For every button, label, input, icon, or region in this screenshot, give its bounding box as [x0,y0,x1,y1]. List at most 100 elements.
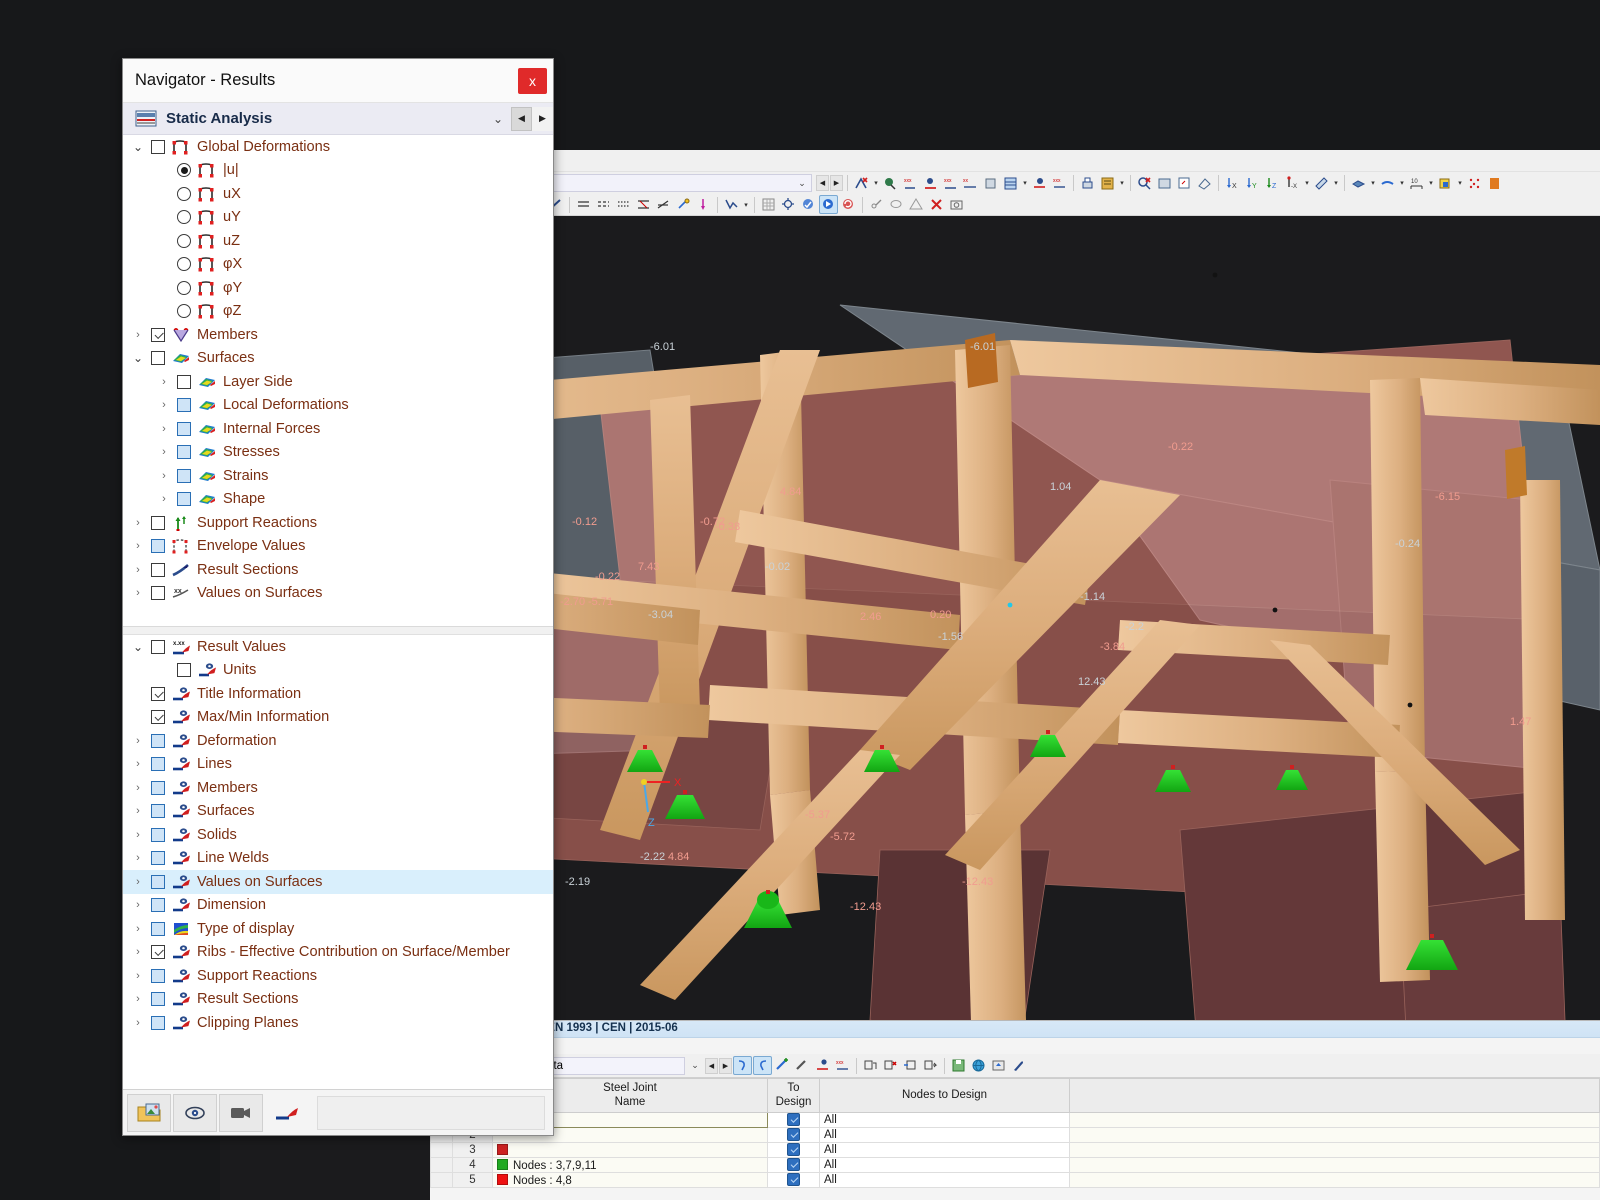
chevron-right-icon[interactable]: › [157,399,171,411]
checkbox-empty[interactable] [151,140,165,154]
checkbox-empty[interactable] [151,586,165,600]
navigator-title-bar[interactable]: Navigator - Results x [123,59,553,103]
tree-row[interactable]: φY [123,276,553,300]
view-x-icon[interactable]: X [1223,174,1242,193]
chevron-right-icon[interactable]: › [131,1017,145,1029]
zoom-all-icon[interactable] [1155,174,1174,193]
grid-dropdown-arrow[interactable]: ▾ [1021,174,1029,193]
settings-wrench-icon[interactable] [1009,1056,1028,1075]
delete-row-icon[interactable] [881,1056,900,1075]
chevron-right-icon[interactable]: › [131,517,145,529]
results-tree-top[interactable]: ⌄Global Deformations|u|uXuYuZφXφYφZ›Memb… [123,135,553,627]
to-design-checkbox[interactable] [787,1173,800,1186]
zoom-window-icon[interactable] [1175,174,1194,193]
steel-joint-panel-menu[interactable]: Settings [430,1038,1600,1054]
tree-row[interactable]: ›Surfaces [123,800,553,824]
tree-row[interactable]: uZ [123,229,553,253]
table-row[interactable]: 4Nodes : 3,7,9,11All [431,1158,1600,1173]
camera-icon[interactable] [219,1094,263,1132]
radio-unselected[interactable] [177,210,191,224]
row-handle[interactable] [431,1173,453,1188]
tree-row[interactable]: ⌄Surfaces [123,347,553,371]
member-hinge-icon[interactable] [634,195,653,214]
tree-row[interactable]: ›Result Sections [123,558,553,582]
tree-row[interactable]: uY [123,206,553,230]
isometric-dropdown-arrow[interactable]: ▾ [1456,174,1464,193]
checkbox-blue[interactable] [151,851,165,865]
cell-nodes-to-design[interactable]: All [820,1158,1070,1173]
checkbox-blue[interactable] [177,492,191,506]
analysis-dropdown-arrow[interactable]: ⌄ [485,112,511,126]
tree-row[interactable]: ›Dimension [123,894,553,918]
value-label-icon[interactable]: xx [961,174,980,193]
deformation-off-icon[interactable] [852,174,871,193]
checkbox-empty[interactable] [151,563,165,577]
cell-to-design[interactable] [768,1113,820,1128]
copy-row-icon[interactable] [861,1056,880,1075]
screenshot-icon[interactable] [947,195,966,214]
checkbox-empty[interactable] [151,516,165,530]
tree-row[interactable]: ›Stresses [123,441,553,465]
chevron-right-icon[interactable]: › [157,470,171,482]
section-plane-icon[interactable] [1312,174,1331,193]
checkbox-empty[interactable] [177,663,191,677]
joint-values-icon[interactable]: xxx [833,1056,852,1075]
tree-row[interactable]: ›Strains [123,464,553,488]
tree-row[interactable]: ›Envelope Values [123,535,553,559]
result-label-icon[interactable] [265,1094,309,1132]
cell-nodes-to-design[interactable]: All [820,1143,1070,1158]
radio-unselected[interactable] [177,234,191,248]
chevron-down-icon[interactable]: ⌄ [131,351,145,365]
layers-icon[interactable] [1349,174,1368,193]
recalculate-icon[interactable] [839,195,858,214]
mesh-settings-icon[interactable] [779,195,798,214]
edit-joint-icon[interactable] [793,1056,812,1075]
chevron-right-icon[interactable]: › [157,446,171,458]
chevron-right-icon[interactable]: › [157,423,171,435]
tree-row[interactable]: ›Internal Forces [123,417,553,441]
row-handle[interactable] [431,1158,453,1173]
member-deform-3-icon[interactable] [614,195,633,214]
tree-row[interactable]: ›Solids [123,823,553,847]
navigator-footer-toolbar[interactable] [123,1089,553,1135]
cell-nodes-to-design[interactable]: All [820,1128,1070,1143]
input-data-prev-button[interactable]: ◀ [705,1058,718,1074]
to-design-checkbox[interactable] [787,1113,800,1126]
result-graph-dropdown-arrow[interactable]: ▾ [742,195,750,214]
checkbox-blue[interactable] [151,828,165,842]
chevron-right-icon[interactable]: › [131,993,145,1005]
load-case-next-button[interactable]: ▶ [830,175,843,191]
joint-label-icon[interactable] [813,1056,832,1075]
chevron-right-icon[interactable]: › [131,805,145,817]
tree-row[interactable]: ›Values on Surfaces [123,870,553,894]
printout-report-icon[interactable] [1098,174,1117,193]
chevron-right-icon[interactable]: › [131,923,145,935]
member-deform-1-icon[interactable] [574,195,593,214]
checkbox-checked[interactable] [151,328,165,342]
view-negx-icon[interactable]: -X [1283,174,1302,193]
warning-icon[interactable] [907,195,926,214]
tree-row[interactable]: ›xxValues on Surfaces [123,582,553,606]
scale-dropdown-arrow[interactable]: ▾ [1427,174,1435,193]
checkbox-blue[interactable] [151,757,165,771]
select-joint-alt-icon[interactable] [753,1056,772,1075]
tree-row[interactable]: ›Result Sections [123,988,553,1012]
radio-unselected[interactable] [177,187,191,201]
insert-row-icon[interactable] [901,1056,920,1075]
max-value-icon[interactable]: xxx [941,174,960,193]
delete-results-icon[interactable] [927,195,946,214]
analysis-type-combo[interactable]: Static Analysis ⌄ ◀ ▶ [123,103,553,135]
scale-factor-icon[interactable]: 10 [1407,174,1426,193]
tree-row[interactable]: Title Information [123,682,553,706]
label-values-icon[interactable]: xxx [1050,174,1069,193]
checkbox-blue[interactable] [151,992,165,1006]
chevron-right-icon[interactable]: › [131,829,145,841]
calculate-all-icon[interactable] [799,195,818,214]
member-section-icon[interactable] [654,195,673,214]
checkbox-blue[interactable] [151,875,165,889]
result-diagram-icon[interactable] [881,174,900,193]
tree-row[interactable]: ›Line Welds [123,847,553,871]
checkbox-blue[interactable] [151,969,165,983]
tree-row[interactable]: ›Deformation [123,729,553,753]
release-icon[interactable] [674,195,693,214]
